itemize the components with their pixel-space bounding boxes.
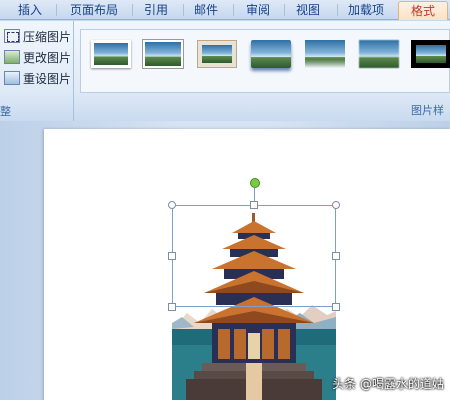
ribbon-panel: 压缩图片 更改图片 重设图片 整 图片样 — [0, 21, 450, 121]
tab-addins[interactable]: 加载项 — [340, 1, 392, 20]
pagoda-picture[interactable] — [172, 205, 336, 400]
compress-pictures-label: 压缩图片 — [23, 29, 72, 44]
change-picture-button[interactable]: 更改图片 — [4, 48, 71, 66]
tab-insert[interactable]: 插入 — [8, 1, 52, 20]
style-thick-black-frame[interactable] — [411, 40, 450, 68]
resize-handle-top[interactable] — [250, 201, 258, 209]
resize-handle-bottom-right[interactable] — [332, 303, 340, 311]
resize-handle-right[interactable] — [332, 252, 340, 260]
rotate-handle[interactable] — [250, 178, 260, 188]
style-simple-frame-white[interactable] — [91, 40, 131, 68]
change-picture-label: 更改图片 — [23, 50, 72, 65]
tab-separator — [56, 4, 57, 16]
tab-view[interactable]: 视图 — [288, 1, 328, 20]
style-thin-frame[interactable] — [142, 39, 184, 69]
adjust-group: 压缩图片 更改图片 重设图片 整 — [0, 21, 74, 121]
style-beige-frame[interactable] — [197, 40, 237, 68]
picture-styles-group-title: 图片样 — [411, 104, 444, 117]
tab-separator — [337, 4, 338, 16]
compress-pictures-button[interactable]: 压缩图片 — [4, 27, 71, 45]
tab-references[interactable]: 引用 — [136, 1, 176, 20]
change-picture-icon — [4, 50, 20, 64]
style-soft-edge[interactable] — [359, 40, 399, 68]
watermark-text: 头条 @喝露水的道姑 — [332, 377, 444, 391]
tab-review[interactable]: 审阅 — [238, 1, 278, 20]
picture-styles-gallery — [80, 29, 450, 93]
compress-picture-icon — [4, 29, 20, 43]
resize-handle-top-left[interactable] — [168, 201, 176, 209]
reset-picture-icon — [4, 71, 20, 85]
resize-handle-top-right[interactable] — [332, 201, 340, 209]
tab-separator — [284, 4, 285, 16]
style-reflected[interactable] — [305, 40, 345, 68]
ribbon-tab-bar: 插入 页面布局 引用 邮件 审阅 视图 加载项 格式 — [0, 0, 450, 20]
tab-mailings[interactable]: 邮件 — [186, 1, 226, 20]
tab-separator — [132, 4, 133, 16]
adjust-group-title: 整 — [0, 105, 11, 118]
tab-separator — [183, 4, 184, 16]
resize-handle-bottom-left[interactable] — [168, 303, 176, 311]
style-soft-shadow[interactable] — [251, 40, 291, 68]
tab-page-layout[interactable]: 页面布局 — [62, 1, 126, 20]
tab-format[interactable]: 格式 — [398, 1, 448, 20]
reset-picture-label: 重设图片 — [23, 71, 72, 86]
pagoda-illustration — [172, 213, 336, 400]
tab-separator — [233, 4, 234, 16]
reset-picture-button[interactable]: 重设图片 — [4, 69, 71, 87]
resize-handle-left[interactable] — [168, 252, 176, 260]
